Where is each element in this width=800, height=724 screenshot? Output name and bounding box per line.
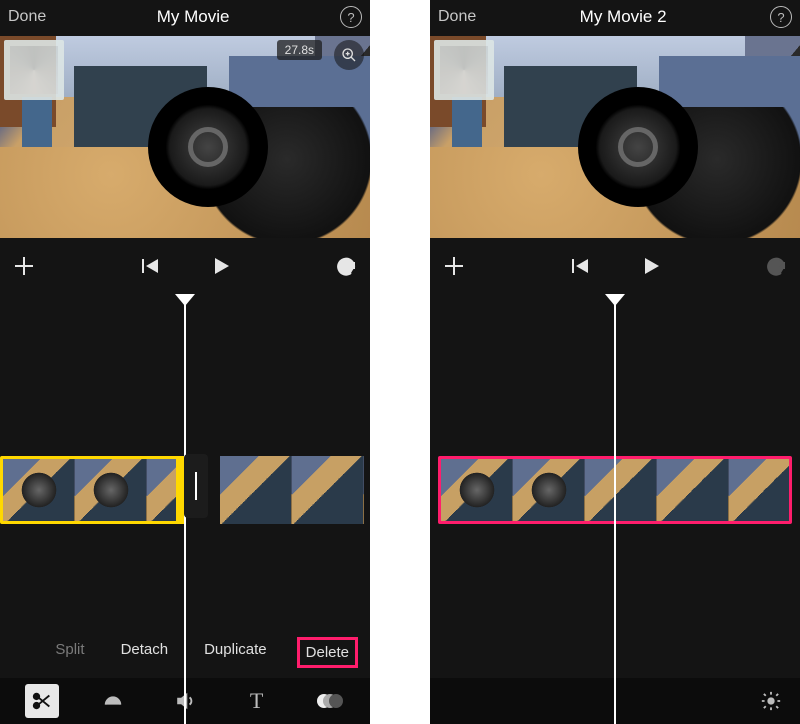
preview-area: 27.8s [0,36,370,238]
play-icon[interactable] [208,254,232,278]
play-icon[interactable] [638,254,662,278]
video-preview[interactable] [0,36,370,238]
trim-handle[interactable] [184,454,208,518]
help-icon[interactable]: ? [340,6,362,28]
filters-icon[interactable] [311,684,345,718]
playhead[interactable] [614,304,616,724]
time-badge: 27.8s [277,40,322,60]
video-preview[interactable] [430,36,800,238]
scissors-icon[interactable] [25,684,59,718]
phone-right: Done My Movie 2 ? [430,0,800,724]
help-icon[interactable]: ? [770,6,792,28]
transport-controls [0,238,370,294]
selected-clip[interactable] [0,456,186,524]
preview-area [430,36,800,238]
timeline[interactable] [430,294,800,724]
detach-button[interactable]: Detach [115,637,175,668]
speedometer-icon[interactable] [96,684,130,718]
magnifier-plus-icon[interactable] [334,40,364,70]
text-tool-icon[interactable]: T [240,684,274,718]
done-button[interactable]: Done [8,8,46,26]
project-title: My Movie [157,7,230,27]
skip-back-icon[interactable] [138,254,162,278]
header: Done My Movie ? [0,0,370,34]
project-title: My Movie 2 [580,7,667,27]
transport-controls [430,238,800,294]
skip-back-icon[interactable] [568,254,592,278]
gear-icon[interactable] [754,684,788,718]
split-button[interactable]: Split [49,637,90,668]
duplicate-button[interactable]: Duplicate [198,637,273,668]
done-button[interactable]: Done [438,8,476,26]
clip[interactable] [220,456,370,524]
phone-left: Done My Movie ? 27.8s [0,0,370,724]
header: Done My Movie 2 ? [430,0,800,34]
delete-button[interactable]: Delete [297,637,358,668]
